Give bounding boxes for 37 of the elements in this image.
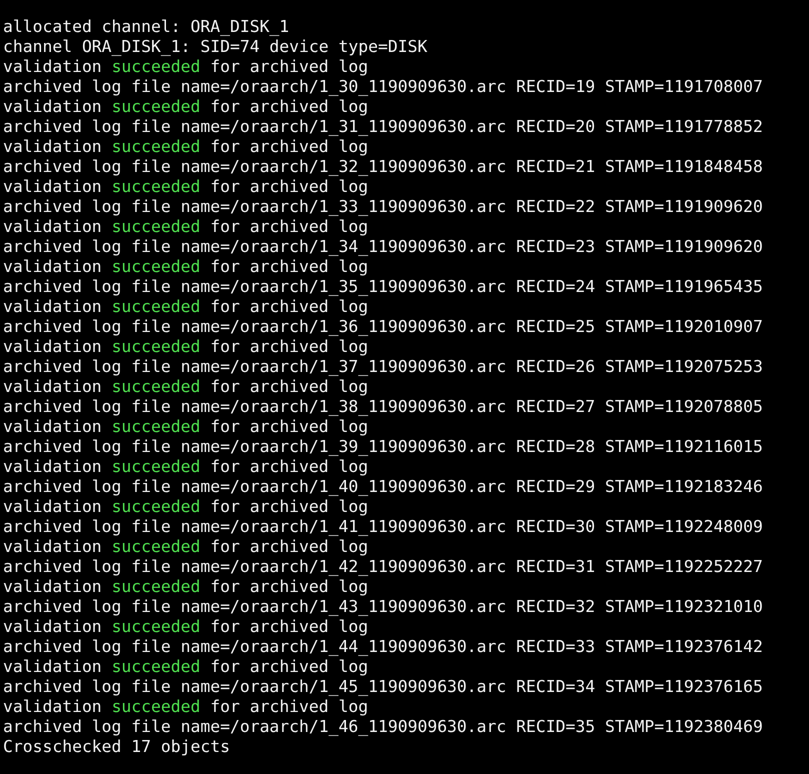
terminal-line: validation succeeded for archived log	[3, 97, 368, 117]
terminal-line: validation succeeded for archived log	[3, 257, 368, 277]
terminal-line: archived log file name=/oraarch/1_39_1190909630.arc RECID=28 STAMP=1192116015	[3, 437, 763, 457]
terminal-line: validation succeeded for archived log	[3, 137, 368, 157]
terminal-line: archived log file name=/oraarch/1_31_1190909630.arc RECID=20 STAMP=1191778852	[3, 117, 763, 137]
terminal-line: archived log file name=/oraarch/1_41_1190909630.arc RECID=30 STAMP=1192248009	[3, 517, 763, 537]
terminal-line: archived log file name=/oraarch/1_30_1190909630.arc RECID=19 STAMP=1191708007	[3, 77, 763, 97]
terminal-line: validation succeeded for archived log	[3, 537, 368, 557]
terminal-line: archived log file name=/oraarch/1_42_1190909630.arc RECID=31 STAMP=1192252227	[3, 557, 763, 577]
terminal-line: archived log file name=/oraarch/1_33_1190909630.arc RECID=22 STAMP=1191909620	[3, 197, 763, 217]
terminal-line: validation succeeded for archived log	[3, 417, 368, 437]
terminal-line: Crosschecked 17 objects	[3, 737, 230, 757]
terminal-line: archived log file name=/oraarch/1_38_1190909630.arc RECID=27 STAMP=1192078805	[3, 397, 763, 417]
terminal-line: validation succeeded for archived log	[3, 577, 368, 597]
terminal-line: validation succeeded for archived log	[3, 297, 368, 317]
terminal-line: archived log file name=/oraarch/1_35_1190909630.arc RECID=24 STAMP=1191965435	[3, 277, 763, 297]
terminal-line: archived log file name=/oraarch/1_44_1190909630.arc RECID=33 STAMP=1192376142	[3, 637, 763, 657]
terminal-line: archived log file name=/oraarch/1_46_1190909630.arc RECID=35 STAMP=1192380469	[3, 717, 763, 737]
terminal-line: archived log file name=/oraarch/1_45_1190909630.arc RECID=34 STAMP=1192376165	[3, 677, 763, 697]
terminal-line: channel ORA_DISK_1: SID=74 device type=DISK	[3, 37, 428, 57]
terminal-line: validation succeeded for archived log	[3, 217, 368, 237]
terminal-line: archived log file name=/oraarch/1_36_1190909630.arc RECID=25 STAMP=1192010907	[3, 317, 763, 337]
terminal-line: archived log file name=/oraarch/1_34_1190909630.arc RECID=23 STAMP=1191909620	[3, 237, 763, 257]
terminal-line: archived log file name=/oraarch/1_43_1190909630.arc RECID=32 STAMP=1192321010	[3, 597, 763, 617]
terminal-line: validation succeeded for archived log	[3, 617, 368, 637]
terminal-line: validation succeeded for archived log	[3, 697, 368, 717]
terminal-line: validation succeeded for archived log	[3, 177, 368, 197]
terminal-line: allocated channel: ORA_DISK_1	[3, 17, 290, 37]
terminal-line: validation succeeded for archived log	[3, 457, 368, 477]
terminal-line: validation succeeded for archived log	[3, 657, 368, 677]
terminal-line: validation succeeded for archived log	[3, 497, 368, 517]
terminal-line: archived log file name=/oraarch/1_32_1190909630.arc RECID=21 STAMP=1191848458	[3, 157, 763, 177]
terminal-line: validation succeeded for archived log	[3, 337, 368, 357]
terminal-line: validation succeeded for archived log	[3, 57, 368, 77]
terminal-line: archived log file name=/oraarch/1_40_1190909630.arc RECID=29 STAMP=1192183246	[3, 477, 763, 497]
terminal-line: validation succeeded for archived log	[3, 377, 368, 397]
terminal-line: archived log file name=/oraarch/1_37_1190909630.arc RECID=26 STAMP=1192075253	[3, 357, 763, 377]
